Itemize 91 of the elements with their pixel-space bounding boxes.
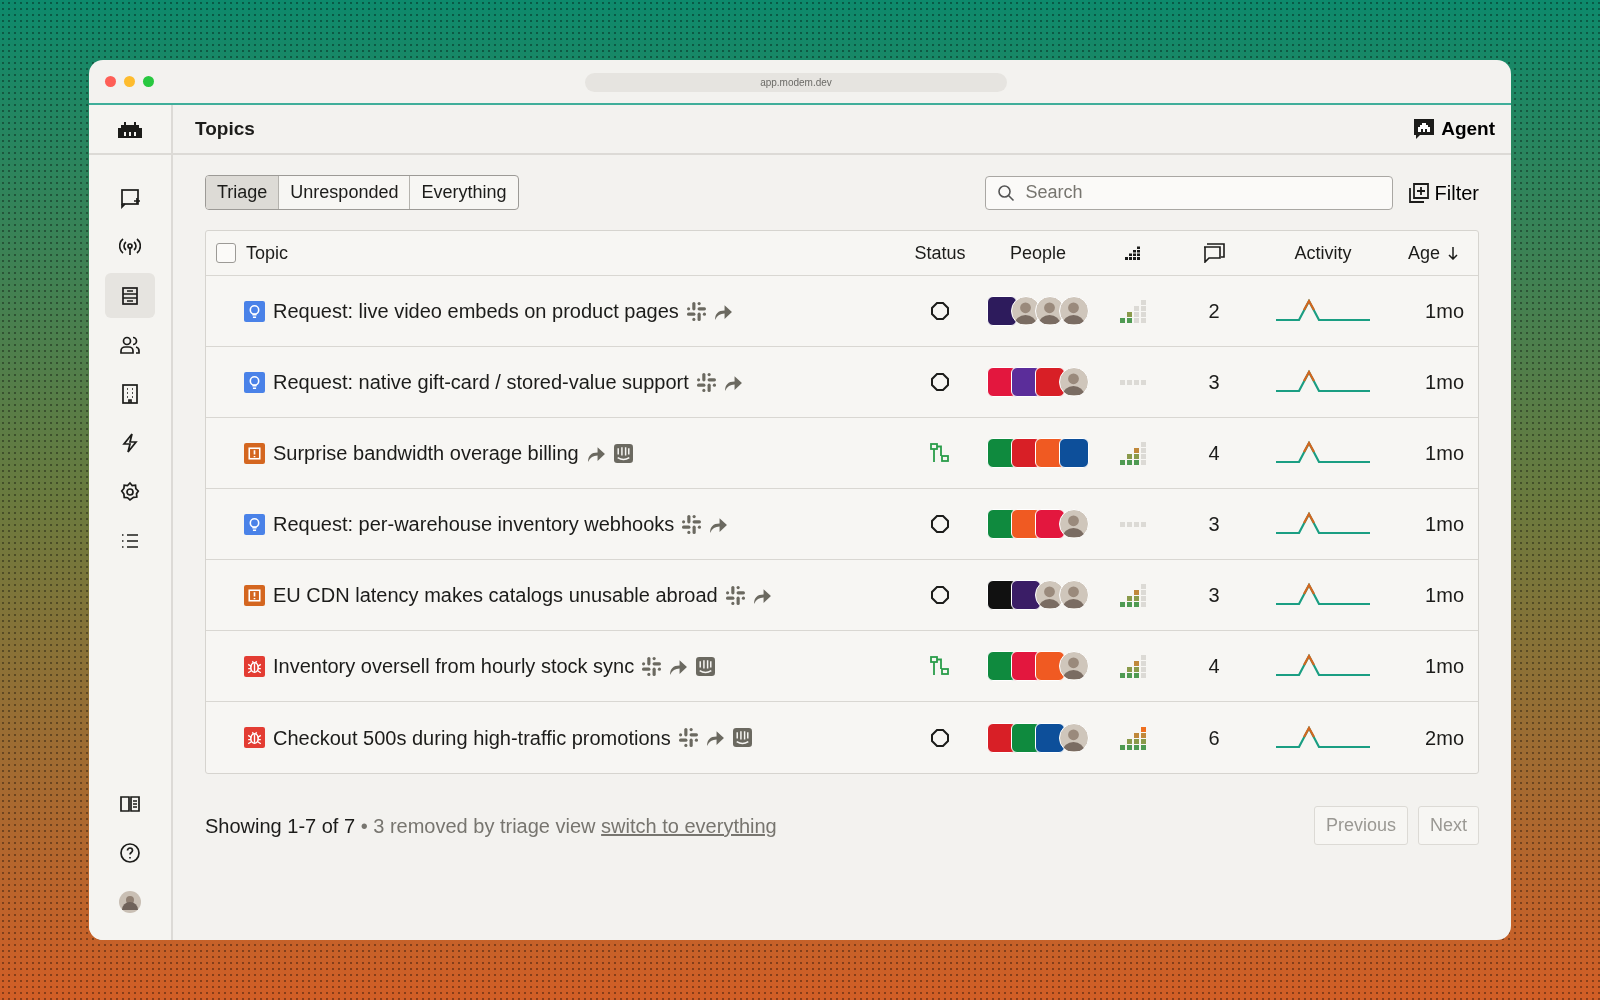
priority-bars-icon <box>1120 299 1146 323</box>
close-window-dot[interactable] <box>105 76 116 87</box>
age-label: 1mo <box>1425 299 1464 324</box>
agent-icon <box>1413 118 1436 140</box>
column-header[interactable]: Age <box>1408 239 1440 267</box>
comment-count: 3 <box>1208 370 1220 395</box>
search-field[interactable]: Search <box>984 175 1393 210</box>
open-status-icon[interactable] <box>931 515 949 533</box>
topic-title-link[interactable]: Request: live video embeds on product pages <box>273 296 679 326</box>
open-status-icon[interactable] <box>931 302 949 320</box>
sort-descending-icon[interactable] <box>1448 246 1458 260</box>
search-icon <box>996 183 1015 202</box>
slack-icon <box>682 514 702 534</box>
open-status-icon[interactable] <box>931 586 949 604</box>
view-tab[interactable]: Everything <box>410 176 518 209</box>
comment-count: 4 <box>1208 654 1220 679</box>
topic-title-link[interactable]: EU CDN latency makes catalogs unusable abroad <box>273 580 718 610</box>
avatar <box>1059 722 1089 753</box>
chat-widget-icon <box>732 728 752 747</box>
comment-count: 4 <box>1208 441 1220 466</box>
slack-icon <box>725 585 745 605</box>
age-label: 2mo <box>1425 725 1464 751</box>
agent-button[interactable]: Agent <box>1413 114 1495 144</box>
help-icon <box>119 841 141 864</box>
page-title: Topics <box>195 117 255 141</box>
age-label: 1mo <box>1425 370 1464 395</box>
request-icon <box>244 513 265 535</box>
address-bar[interactable]: app.modem.dev <box>585 73 1007 92</box>
age-label: 1mo <box>1425 441 1464 466</box>
priority-bars-icon <box>1120 441 1146 465</box>
view-tab[interactable]: Triage <box>206 176 280 209</box>
avatar <box>1059 509 1089 539</box>
branch-status-icon[interactable] <box>930 443 950 463</box>
comments-icon[interactable] <box>1203 243 1225 263</box>
age-label: 1mo <box>1425 654 1464 679</box>
column-header[interactable]: Activity <box>1294 239 1352 267</box>
priority-bars-icon <box>1120 725 1146 750</box>
column-header[interactable]: Topic <box>246 239 289 267</box>
age-label: 1mo <box>1425 583 1464 608</box>
inbox-icon <box>119 284 141 307</box>
priority-bars-icon <box>1120 654 1146 678</box>
comment-count: 2 <box>1208 299 1220 324</box>
request-icon <box>244 300 265 322</box>
no-priority-icon <box>1120 379 1146 385</box>
avatar <box>1059 367 1089 397</box>
open-status-icon[interactable] <box>931 728 949 747</box>
settings-icon <box>119 480 141 503</box>
chat-widget-icon <box>696 656 716 676</box>
minimize-window-dot[interactable] <box>124 76 135 87</box>
user-avatar[interactable] <box>119 890 141 913</box>
topic-title-link[interactable]: Checkout 500s during high-traffic promotions <box>273 722 671 753</box>
building-icon <box>119 382 141 405</box>
topic-title-link[interactable]: Inventory oversell from hourly stock sync <box>273 651 635 681</box>
compose-icon <box>119 186 141 209</box>
logo-icon[interactable] <box>118 120 142 138</box>
comment-count: 3 <box>1208 512 1220 537</box>
topic-title-link[interactable]: Request: per-warehouse inventory webhooks <box>273 509 675 539</box>
inbox-nav-item[interactable] <box>105 273 155 318</box>
view-tab[interactable]: Unresponded <box>279 176 411 209</box>
comment-count: 6 <box>1208 725 1220 751</box>
results-summary: Showing 1-7 of 7 • 3 removed by triage view switch to everything <box>205 813 777 839</box>
open-status-icon[interactable] <box>931 373 949 391</box>
avatar <box>1059 580 1089 610</box>
comment-count: 3 <box>1208 583 1220 608</box>
branch-status-icon[interactable] <box>930 656 950 676</box>
no-priority-icon <box>1120 521 1146 527</box>
slack-icon <box>696 372 716 392</box>
slack-icon <box>678 728 698 747</box>
issue-icon <box>244 584 265 606</box>
slack-icon <box>686 301 706 321</box>
age-label: 1mo <box>1425 512 1464 537</box>
broadcast-icon <box>119 235 141 258</box>
chat-widget-icon <box>613 443 633 463</box>
bug-icon <box>244 727 265 748</box>
slack-icon <box>642 656 662 676</box>
switch-view-link[interactable]: switch to everything <box>601 814 777 837</box>
topic-title-link[interactable]: Request: native gift-card / stored-value support <box>273 367 689 397</box>
priority-bars-icon <box>1120 583 1146 607</box>
priority-column-icon[interactable] <box>1125 246 1141 260</box>
maximize-window-dot[interactable] <box>143 76 154 87</box>
request-icon <box>244 371 265 393</box>
bug-icon <box>244 655 265 677</box>
filter-button[interactable]: Filter <box>1408 177 1479 208</box>
column-header[interactable]: Status <box>914 239 966 267</box>
filter-icon <box>1408 182 1429 203</box>
column-header[interactable]: People <box>1009 239 1067 267</box>
topic-title-link[interactable]: Surprise bandwidth overage billing <box>273 438 579 468</box>
select-all-checkbox[interactable] <box>216 243 236 263</box>
avatar <box>1059 651 1089 681</box>
avatar <box>1059 296 1089 326</box>
issue-icon <box>244 442 265 464</box>
